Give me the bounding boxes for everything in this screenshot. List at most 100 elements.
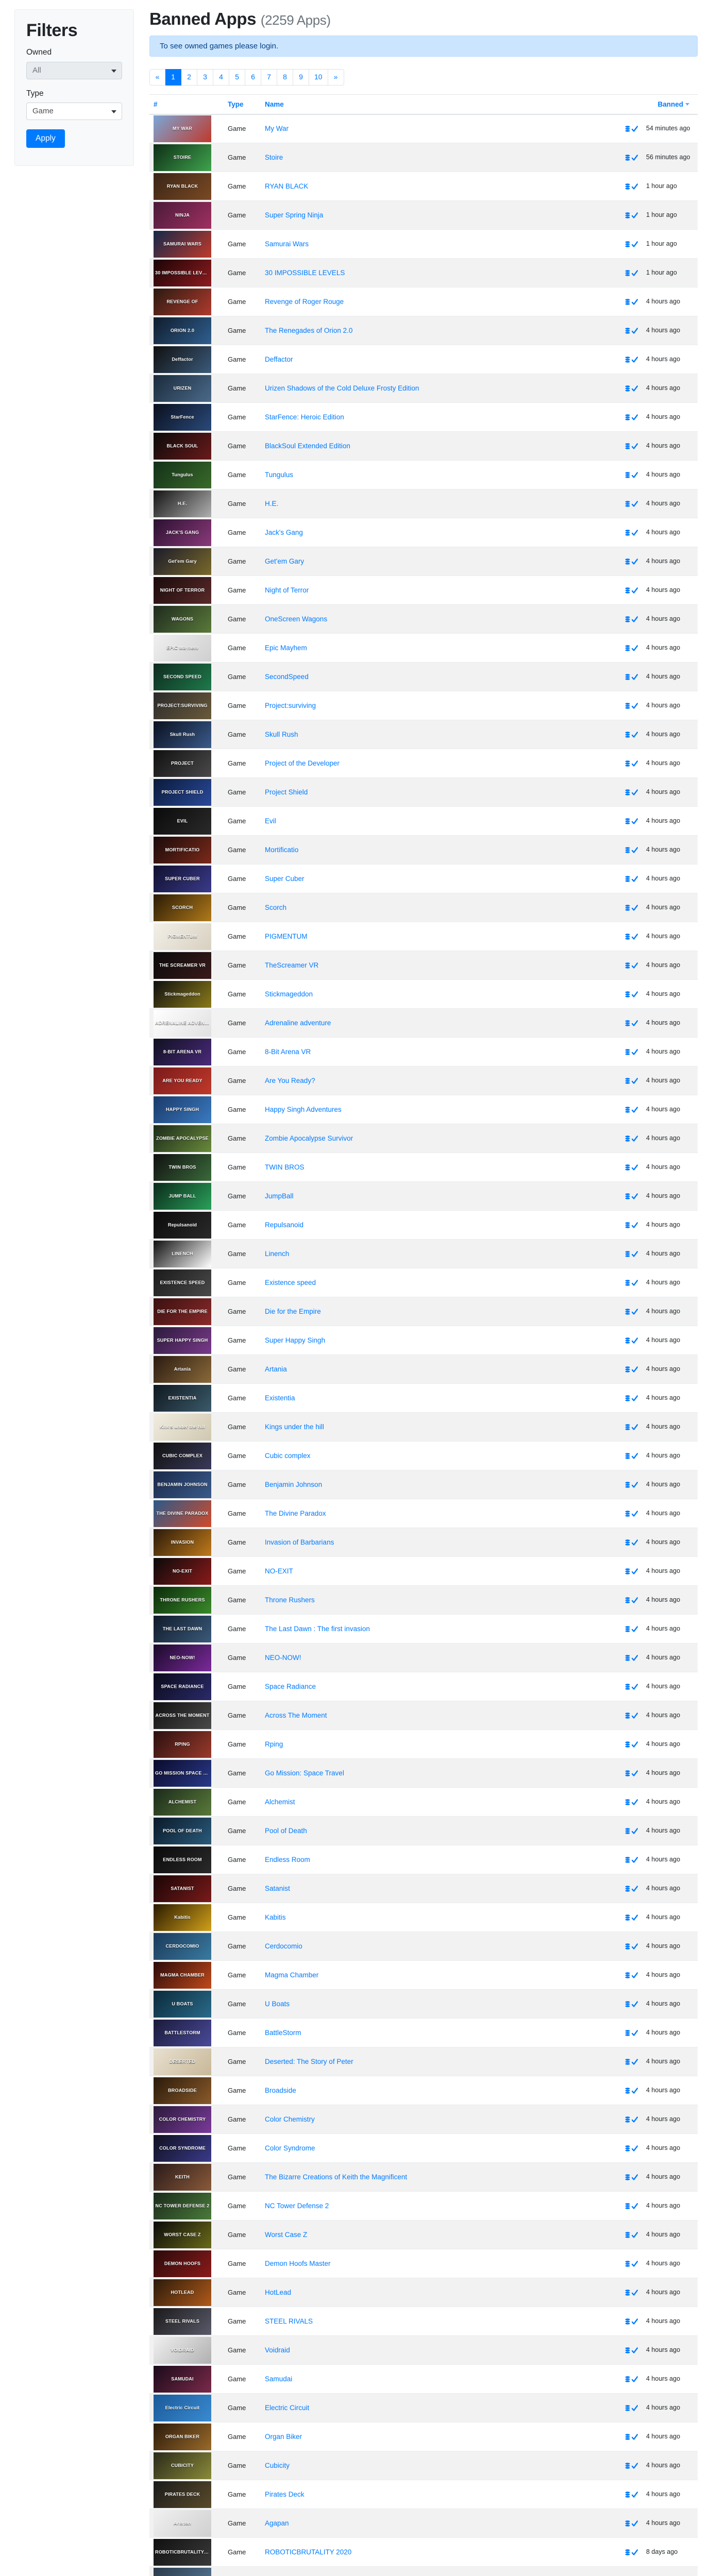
app-capsule-image[interactable]: 30 IMPOSSIBLE LEVELS (154, 259, 211, 286)
database-stack-icon[interactable] (625, 1107, 630, 1113)
app-name-link[interactable]: Alchemist (265, 1798, 295, 1806)
app-name-link[interactable]: Worst Case Z (265, 2231, 307, 2239)
app-capsule-image[interactable]: ACROSS THE MOMENT (154, 1702, 211, 1729)
checkmark-icon[interactable] (632, 385, 638, 392)
database-stack-icon[interactable] (625, 1886, 630, 1892)
app-name-link[interactable]: Broadside (265, 2087, 296, 2094)
pagination-page-10[interactable]: 10 (309, 69, 328, 86)
checkmark-icon[interactable] (632, 1568, 638, 1575)
pagination-page-10-link[interactable]: 10 (309, 69, 328, 86)
checkmark-icon[interactable] (632, 703, 638, 709)
app-capsule-image[interactable]: POOL OF DEATH (154, 1817, 211, 1844)
database-stack-icon[interactable] (625, 1741, 630, 1748)
app-capsule-image[interactable]: REVENGE OF (154, 288, 211, 315)
database-stack-icon[interactable] (625, 2203, 630, 2210)
checkmark-icon[interactable] (632, 299, 638, 306)
checkmark-icon[interactable] (632, 530, 638, 536)
database-stack-icon[interactable] (625, 472, 630, 479)
checkmark-icon[interactable] (632, 1337, 638, 1344)
column-header-type[interactable]: Type (224, 94, 261, 115)
checkmark-icon[interactable] (632, 1626, 638, 1633)
app-capsule-image[interactable]: BLACK SOUL (154, 432, 211, 460)
checkmark-icon[interactable] (632, 2088, 638, 2094)
checkmark-icon[interactable] (632, 2059, 638, 2065)
pagination-next-link[interactable]: » (328, 69, 344, 86)
column-header-name[interactable]: Name (261, 94, 614, 115)
app-capsule-image[interactable]: PIRATES DECK (154, 2481, 211, 2508)
checkmark-icon[interactable] (632, 818, 638, 825)
app-capsule-image[interactable]: ROBOTICBRUTALITY 2020 (154, 2538, 211, 2566)
checkmark-icon[interactable] (632, 1741, 638, 1748)
app-name-link[interactable]: My War (265, 125, 289, 132)
app-name-link[interactable]: Mortificatio (265, 846, 298, 854)
checkmark-icon[interactable] (632, 2290, 638, 2296)
app-name-link[interactable]: Invasion of Barbarians (265, 1538, 334, 1546)
pagination-page-3[interactable]: 3 (197, 69, 213, 86)
checkmark-icon[interactable] (632, 1539, 638, 1546)
app-name-link[interactable]: Tungulus (265, 471, 293, 479)
database-stack-icon[interactable] (625, 1914, 630, 1921)
database-stack-icon[interactable] (625, 1280, 630, 1286)
database-stack-icon[interactable] (625, 703, 630, 709)
checkmark-icon[interactable] (632, 1049, 638, 1056)
app-capsule-image[interactable]: PROJECT (154, 750, 211, 777)
app-name-link[interactable]: Cubicity (265, 2462, 290, 2469)
app-capsule-image[interactable]: NC TOWER DEFENSE 2 (154, 2192, 211, 2219)
app-name-link[interactable]: Artania (265, 1365, 287, 1373)
checkmark-icon[interactable] (632, 443, 638, 450)
database-stack-icon[interactable] (625, 1799, 630, 1806)
app-name-link[interactable]: 30 IMPOSSIBLE LEVELS (265, 269, 345, 277)
database-stack-icon[interactable] (625, 1626, 630, 1633)
app-name-link[interactable]: BattleStorm (265, 2029, 301, 2037)
checkmark-icon[interactable] (632, 126, 638, 132)
database-stack-icon[interactable] (625, 2145, 630, 2152)
database-stack-icon[interactable] (625, 2434, 630, 2441)
database-stack-icon[interactable] (625, 760, 630, 767)
database-stack-icon[interactable] (625, 2405, 630, 2412)
database-stack-icon[interactable] (625, 126, 630, 132)
app-capsule-image[interactable]: ADRENALINE ADVENTURE (154, 1009, 211, 1037)
app-name-link[interactable]: Super Cuber (265, 875, 305, 883)
checkmark-icon[interactable] (632, 1136, 638, 1142)
app-name-link[interactable]: TheScreamer VR (265, 961, 318, 969)
app-capsule-image[interactable]: MORTIFICATIO (154, 836, 211, 863)
app-capsule-image[interactable]: CUBIC COMPLEX (154, 1442, 211, 1469)
database-stack-icon[interactable] (625, 1222, 630, 1229)
app-capsule-image[interactable]: EACH SALE (154, 2567, 211, 2576)
app-name-link[interactable]: Existence speed (265, 1279, 316, 1286)
database-stack-icon[interactable] (625, 2290, 630, 2296)
database-stack-icon[interactable] (625, 443, 630, 450)
app-name-link[interactable]: Go Mission: Space Travel (265, 1769, 344, 1777)
app-capsule-image[interactable]: GO MISSION SPACE TRAVEL (154, 1759, 211, 1787)
checkmark-icon[interactable] (632, 2232, 638, 2239)
database-stack-icon[interactable] (625, 2174, 630, 2181)
app-name-link[interactable]: Happy Singh Adventures (265, 1106, 342, 1113)
app-capsule-image[interactable]: THRONE RUSHERS (154, 1586, 211, 1614)
database-stack-icon[interactable] (625, 299, 630, 306)
app-name-link[interactable]: Super Spring Ninja (265, 211, 323, 219)
app-name-link[interactable]: Samurai Wars (265, 240, 309, 248)
app-capsule-image[interactable]: NINJA (154, 201, 211, 229)
app-capsule-image[interactable]: U BOATS (154, 1990, 211, 2018)
database-stack-icon[interactable] (625, 2347, 630, 2354)
pagination-page-6[interactable]: 6 (245, 69, 261, 86)
app-capsule-image[interactable]: NEO-NOW! (154, 1644, 211, 1671)
app-capsule-image[interactable]: RYAN BLACK (154, 173, 211, 200)
database-stack-icon[interactable] (625, 1828, 630, 1835)
app-capsule-image[interactable]: SAMUDAI (154, 2365, 211, 2393)
database-stack-icon[interactable] (625, 1136, 630, 1142)
app-capsule-image[interactable]: SATANIST (154, 1875, 211, 1902)
checkmark-icon[interactable] (632, 2116, 638, 2123)
checkmark-icon[interactable] (632, 1453, 638, 1460)
checkmark-icon[interactable] (632, 962, 638, 969)
checkmark-icon[interactable] (632, 1309, 638, 1315)
app-name-link[interactable]: Space Radiance (265, 1683, 316, 1690)
app-name-link[interactable]: Stickmageddon (265, 990, 313, 998)
database-stack-icon[interactable] (625, 1424, 630, 1431)
app-name-link[interactable]: StarFence: Heroic Edition (265, 413, 344, 421)
pagination-page-1[interactable]: 1 (165, 69, 181, 86)
checkmark-icon[interactable] (632, 1655, 638, 1662)
app-capsule-image[interactable]: PROJECT:SURVIVING (154, 692, 211, 719)
app-capsule-image[interactable]: STOIRE (154, 144, 211, 171)
database-stack-icon[interactable] (625, 1511, 630, 1517)
